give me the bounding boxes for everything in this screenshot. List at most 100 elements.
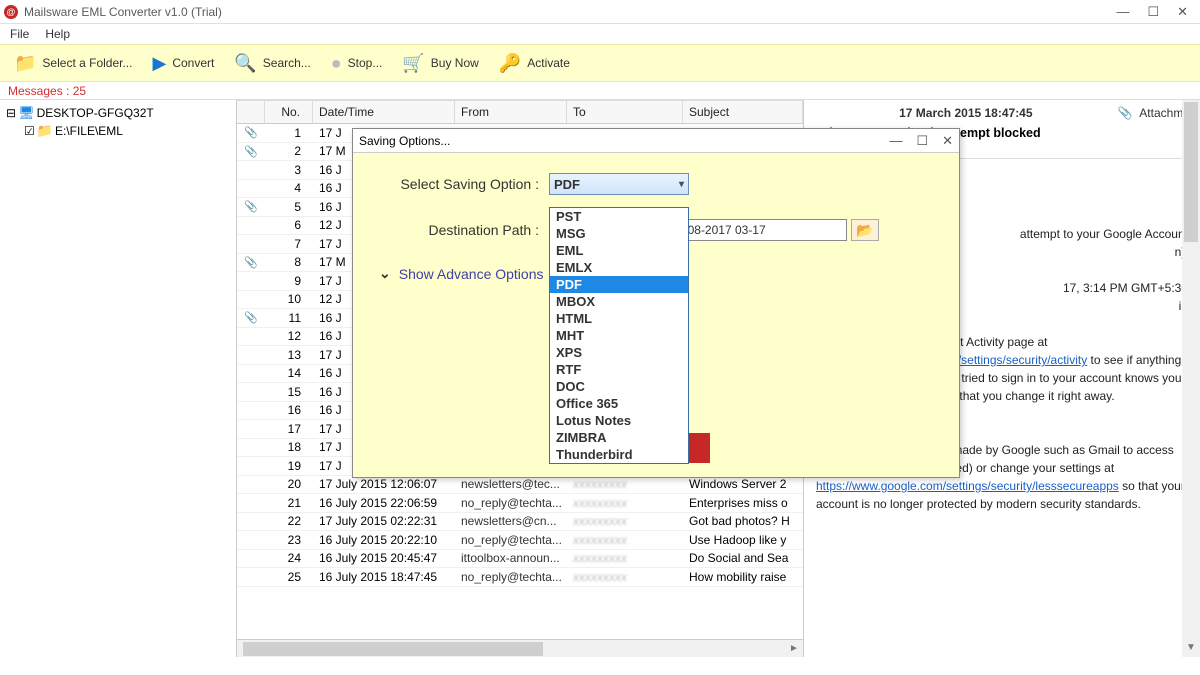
- maximize-button[interactable]: ☐: [1147, 4, 1159, 20]
- close-button[interactable]: ✕: [1177, 4, 1188, 20]
- toolbar: 📁 Select a Folder... ▶ Convert 🔍 Search.…: [0, 44, 1200, 82]
- dropdown-option[interactable]: MBOX: [550, 293, 688, 310]
- tree-root[interactable]: ⊟ 🖥 DESKTOP-GFGQ32T: [6, 104, 230, 122]
- chevron-down-icon: ⌄: [379, 265, 391, 282]
- convert-button[interactable]: ▶ Convert: [144, 51, 222, 76]
- row-subject: Windows Server 2: [683, 477, 803, 491]
- header-no[interactable]: No.: [265, 100, 313, 123]
- cart-icon: 🛒: [402, 53, 424, 74]
- header-subject[interactable]: Subject: [683, 100, 803, 123]
- row-no: 11: [265, 311, 313, 325]
- row-no: 13: [265, 348, 313, 362]
- destination-path-label: Destination Path :: [371, 222, 549, 238]
- dropdown-option[interactable]: MSG: [550, 225, 688, 242]
- header-datetime[interactable]: Date/Time: [313, 100, 455, 123]
- row-to: xxxxxxxxx: [567, 496, 683, 510]
- row-no: 17: [265, 422, 313, 436]
- computer-icon: 🖥: [18, 104, 35, 122]
- row-no: 25: [265, 570, 313, 584]
- horizontal-scrollbar[interactable]: ◄ ►: [237, 639, 803, 657]
- row-no: 16: [265, 403, 313, 417]
- header-attachment[interactable]: [237, 100, 265, 123]
- saving-option-dropdown[interactable]: PSTMSGEMLEMLXPDFMBOXHTMLMHTXPSRTFDOCOffi…: [549, 207, 689, 464]
- search-icon: 🔍: [234, 53, 256, 74]
- folder-icon: 📁: [37, 122, 53, 140]
- select-folder-label: Select a Folder...: [42, 56, 132, 70]
- row-from: newsletters@cn...: [455, 514, 567, 528]
- search-button[interactable]: 🔍 Search...: [226, 51, 318, 76]
- dropdown-option[interactable]: Lotus Notes: [550, 412, 688, 429]
- header-from[interactable]: From: [455, 100, 567, 123]
- row-no: 23: [265, 533, 313, 547]
- row-subject: How mobility raise: [683, 570, 803, 584]
- search-label: Search...: [263, 56, 311, 70]
- scroll-thumb[interactable]: [243, 642, 543, 656]
- title-bar: @ Mailsware EML Converter v1.0 (Trial) —…: [0, 0, 1200, 24]
- checkbox-icon[interactable]: ☑: [24, 122, 35, 140]
- menu-help[interactable]: Help: [45, 27, 70, 41]
- tree-folder-label: E:\FILE\EML: [55, 122, 123, 140]
- row-date: 16 July 2015 20:45:47: [313, 551, 455, 565]
- tree-folder[interactable]: ☑ 📁 E:\FILE\EML: [24, 122, 230, 140]
- dropdown-option[interactable]: Office 365: [550, 395, 688, 412]
- row-from: ittoolbox-announ...: [455, 551, 567, 565]
- scroll-right-icon[interactable]: ►: [785, 640, 803, 657]
- attachment-icon: 📎: [237, 126, 265, 139]
- dialog-maximize-button[interactable]: ☐: [916, 133, 928, 149]
- preview-scrollbar[interactable]: ▲ ▼: [1182, 100, 1200, 657]
- dropdown-option[interactable]: EML: [550, 242, 688, 259]
- dropdown-option[interactable]: RTF: [550, 361, 688, 378]
- table-row[interactable]: 2116 July 2015 22:06:59no_reply@techta..…: [237, 494, 803, 513]
- row-from: no_reply@techta...: [455, 570, 567, 584]
- attachments-link[interactable]: 📎 Attachme: [1118, 106, 1190, 120]
- browse-button[interactable]: 📂: [851, 219, 879, 241]
- table-row[interactable]: 2516 July 2015 18:47:45no_reply@techta..…: [237, 568, 803, 587]
- activate-button[interactable]: 🔑 Activate: [491, 51, 578, 76]
- row-subject: Enterprises miss o: [683, 496, 803, 510]
- folder-open-icon: 📂: [856, 222, 873, 239]
- dialog-close-button[interactable]: ✕: [942, 133, 953, 149]
- table-row[interactable]: 2217 July 2015 02:22:31newsletters@cn...…: [237, 513, 803, 532]
- table-row[interactable]: 2316 July 2015 20:22:10no_reply@techta..…: [237, 531, 803, 550]
- dropdown-option[interactable]: PST: [550, 208, 688, 225]
- lesssecure-link[interactable]: https://www.google.com/settings/security…: [816, 479, 1119, 493]
- select-folder-button[interactable]: 📁 Select a Folder...: [6, 51, 140, 76]
- row-no: 19: [265, 459, 313, 473]
- row-subject: Got bad photos? H: [683, 514, 803, 528]
- row-from: no_reply@techta...: [455, 496, 567, 510]
- table-row[interactable]: 2017 July 2015 12:06:07newsletters@tec..…: [237, 476, 803, 495]
- attachment-icon: 📎: [237, 311, 265, 324]
- row-no: 20: [265, 477, 313, 491]
- table-row[interactable]: 2416 July 2015 20:45:47ittoolbox-announ.…: [237, 550, 803, 569]
- saving-option-select[interactable]: PDF ▾: [549, 173, 689, 195]
- stop-button[interactable]: ● Stop...: [323, 51, 391, 76]
- dropdown-option[interactable]: MHT: [550, 327, 688, 344]
- dropdown-option[interactable]: XPS: [550, 344, 688, 361]
- header-to[interactable]: To: [567, 100, 683, 123]
- grid-header: No. Date/Time From To Subject: [237, 100, 803, 124]
- row-to: xxxxxxxxx: [567, 477, 683, 491]
- row-to: xxxxxxxxx: [567, 551, 683, 565]
- dropdown-option[interactable]: ZIMBRA: [550, 429, 688, 446]
- convert-label: Convert: [172, 56, 214, 70]
- minimize-button[interactable]: —: [1116, 4, 1129, 20]
- row-date: 16 July 2015 18:47:45: [313, 570, 455, 584]
- saving-option-label: Select Saving Option :: [371, 176, 549, 192]
- dropdown-option[interactable]: PDF: [550, 276, 688, 293]
- folder-icon: 📁: [14, 53, 36, 74]
- dialog-minimize-button[interactable]: —: [889, 133, 902, 149]
- buy-button[interactable]: 🛒 Buy Now: [394, 51, 486, 76]
- collapse-icon[interactable]: ⊟: [6, 104, 16, 122]
- saving-option-value: PDF: [554, 177, 580, 192]
- menu-file[interactable]: File: [10, 27, 29, 41]
- row-date: 16 July 2015 20:22:10: [313, 533, 455, 547]
- preview-scroll-thumb[interactable]: [1184, 102, 1198, 242]
- menu-bar: File Help: [0, 24, 1200, 44]
- dropdown-option[interactable]: DOC: [550, 378, 688, 395]
- row-to: xxxxxxxxx: [567, 533, 683, 547]
- dropdown-option[interactable]: HTML: [550, 310, 688, 327]
- dropdown-option[interactable]: EMLX: [550, 259, 688, 276]
- dropdown-option[interactable]: Thunderbird: [550, 446, 688, 463]
- scroll-down-icon[interactable]: ▼: [1182, 639, 1200, 657]
- row-from: newsletters@tec...: [455, 477, 567, 491]
